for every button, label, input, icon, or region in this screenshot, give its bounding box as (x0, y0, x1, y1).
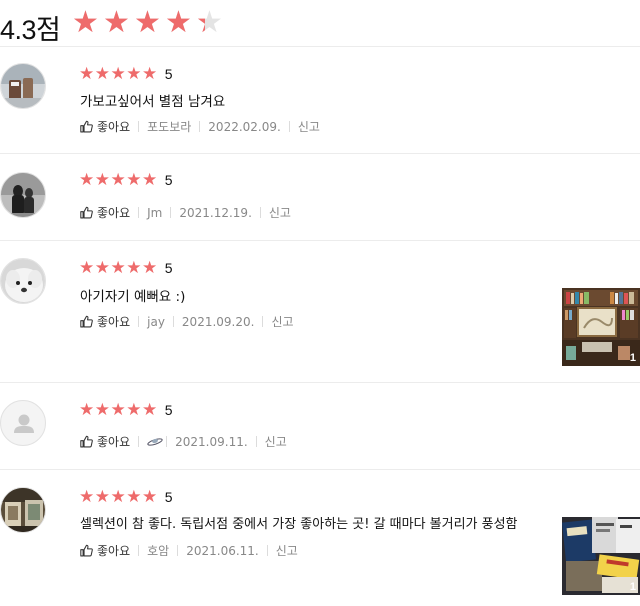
rating-summary: 4.3점 ★★ ★★ ★★ ★★ ★★ (0, 0, 640, 47)
review-item: ★★★★★ 5 가보고싶어서 별점 남겨요 좋아요 포도보라 2022.02.0… (0, 46, 640, 154)
divider (138, 545, 140, 556)
review-photo[interactable]: 1 (562, 517, 640, 595)
divider (138, 436, 140, 447)
avatar[interactable] (0, 258, 46, 304)
ufo-icon[interactable] (147, 435, 163, 449)
rating-stars: ★★★★★ (79, 487, 158, 507)
review-author[interactable]: 포도보라 (147, 118, 191, 135)
like-label: 좋아요 (97, 206, 131, 220)
review-stars: ★★★★★ 5 (79, 487, 173, 507)
review-stars: ★★★★★ 5 (79, 170, 173, 190)
avatar[interactable] (0, 487, 46, 533)
divider (288, 121, 290, 132)
like-label: 좋아요 (97, 315, 131, 329)
divider (170, 207, 172, 218)
report-link[interactable]: 신고 (298, 118, 320, 135)
review-text: 가보고싶어서 별점 남겨요 (80, 94, 226, 110)
rating-value: 5 (164, 66, 173, 82)
divider (166, 436, 168, 447)
like-label: 좋아요 (97, 544, 131, 558)
photo-count: 1 (629, 581, 636, 593)
review-item: ★★★★★ 5 좋아요 Jm 2021.12.19. 신고 (0, 154, 640, 241)
review-meta: 좋아요 jay 2021.09.20. 신고 (80, 313, 294, 330)
divider (199, 121, 201, 132)
report-link[interactable]: 신고 (269, 204, 291, 221)
thumbs-up-icon (80, 206, 93, 219)
like-button[interactable]: 좋아요 (80, 542, 130, 559)
report-link[interactable]: 신고 (265, 433, 287, 450)
star-icon: ★★ (196, 5, 223, 40)
review-item: ★★★★★ 5 아기자기 예뻐요 :) 좋아요 jay 2021.09.20. … (0, 241, 640, 383)
star-icon: ★★ (165, 5, 192, 40)
report-link[interactable]: 신고 (276, 542, 298, 559)
report-link[interactable]: 신고 (271, 313, 293, 330)
rating-value: 5 (164, 402, 173, 418)
divider (138, 316, 140, 327)
thumbs-up-icon (80, 120, 93, 133)
review-meta: 좋아요 Jm 2021.12.19. 신고 (80, 204, 291, 221)
review-date: 2022.02.09. (208, 119, 281, 134)
review-text: 아기자기 예뻐요 :) (80, 289, 186, 305)
like-button[interactable]: 좋아요 (80, 433, 130, 450)
review-author[interactable]: jay (147, 315, 165, 329)
rating-stars: ★★★★★ (79, 258, 158, 278)
review-stars: ★★★★★ 5 (79, 258, 173, 278)
review-date: 2021.12.19. (179, 205, 252, 220)
rating-value: 5 (164, 260, 173, 276)
divider (259, 207, 261, 218)
thumbs-up-icon (80, 435, 93, 448)
average-stars: ★★ ★★ ★★ ★★ ★★ (72, 6, 227, 40)
divider (172, 316, 174, 327)
rating-stars: ★★★★★ (79, 400, 158, 420)
rating-value: 5 (164, 172, 173, 188)
review-item: ★★★★★ 5 좋아요 2021.09.11. 신고 (0, 383, 640, 470)
average-score: 4.3점 (0, 15, 61, 45)
review-meta: 좋아요 호암 2021.06.11. 신고 (80, 542, 298, 559)
avatar[interactable] (0, 172, 46, 218)
divider (138, 121, 140, 132)
review-date: 2021.06.11. (186, 543, 259, 558)
divider (266, 545, 268, 556)
thumbs-up-icon (80, 315, 93, 328)
review-stars: ★★★★★ 5 (79, 400, 173, 420)
review-meta: 좋아요 포도보라 2022.02.09. 신고 (80, 118, 320, 135)
review-date: 2021.09.11. (175, 434, 248, 449)
review-item: ★★★★★ 5 셀렉션이 참 좋다. 독립서점 중에서 가장 좋아하는 곳! 갈… (0, 470, 640, 606)
like-button[interactable]: 좋아요 (80, 313, 130, 330)
like-label: 좋아요 (97, 120, 131, 134)
review-author[interactable]: Jm (147, 206, 162, 220)
avatar[interactable] (0, 63, 46, 109)
rating-stars: ★★★★★ (79, 170, 158, 190)
review-author[interactable]: 호암 (147, 542, 169, 559)
like-button[interactable]: 좋아요 (80, 204, 130, 221)
divider (177, 545, 179, 556)
photo-count: 1 (629, 352, 636, 364)
thumbs-up-icon (80, 544, 93, 557)
review-photo[interactable]: 1 (562, 288, 640, 366)
review-stars: ★★★★★ 5 (79, 64, 173, 84)
rating-stars: ★★★★★ (79, 64, 158, 84)
divider (262, 316, 264, 327)
star-icon: ★★ (72, 5, 99, 40)
divider (138, 207, 140, 218)
review-text: 셀렉션이 참 좋다. 독립서점 중에서 가장 좋아하는 곳! 갈 때마다 볼거리… (80, 517, 518, 532)
star-icon: ★★ (134, 5, 161, 40)
review-date: 2021.09.20. (181, 314, 255, 329)
user-silhouette-icon (14, 414, 34, 433)
like-label: 좋아요 (97, 435, 131, 449)
review-meta: 좋아요 2021.09.11. 신고 (80, 433, 287, 450)
avatar[interactable] (0, 400, 46, 446)
star-icon: ★★ (103, 5, 130, 40)
divider (255, 436, 257, 447)
rating-value: 5 (164, 489, 173, 505)
like-button[interactable]: 좋아요 (80, 118, 130, 135)
